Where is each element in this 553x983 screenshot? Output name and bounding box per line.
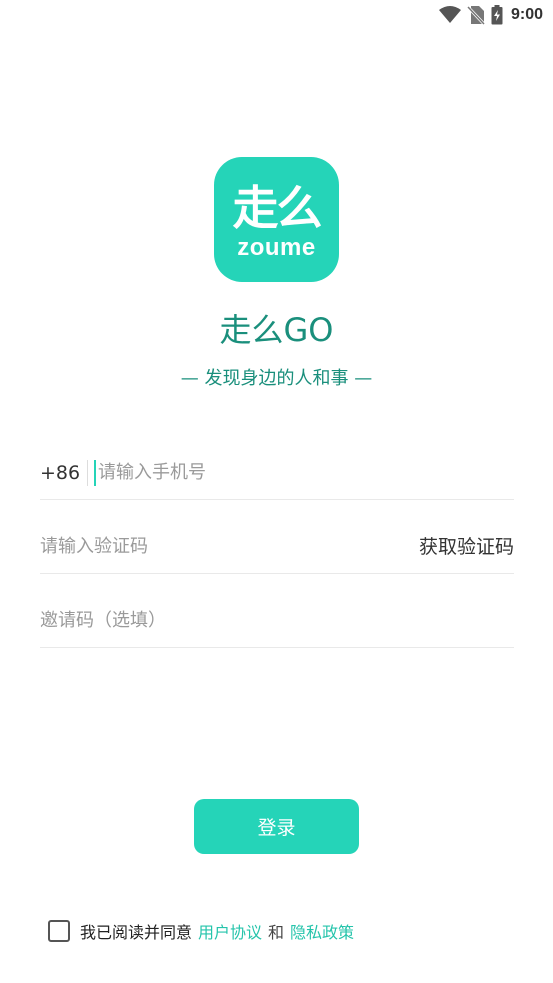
logo-english-text: zoume: [237, 233, 316, 261]
agreement-and: 和: [268, 923, 285, 942]
status-time: 9:00: [510, 6, 543, 23]
privacy-policy-link[interactable]: 隐私政策: [290, 919, 354, 943]
phone-field: +86: [40, 426, 514, 500]
app-slogan: — 发现身边的人和事 —: [180, 368, 373, 389]
no-sim-icon: [466, 5, 485, 25]
login-button[interactable]: 登录: [194, 799, 359, 854]
agreement-text: 我已阅读并同意: [80, 923, 193, 942]
app-name: 走么GO: [219, 311, 334, 349]
phone-input[interactable]: [94, 460, 424, 486]
login-screen: 9:00 走么 zoume 走么GO — 发现身边的人和事 — +86 获取验证…: [0, 0, 553, 983]
status-icons: 9:00: [438, 4, 543, 26]
verification-code-input[interactable]: [40, 534, 370, 560]
user-agreement-link[interactable]: 用户协议: [198, 919, 262, 943]
verification-code-field: 获取验证码: [40, 500, 514, 574]
agreement-checkbox[interactable]: [48, 920, 70, 942]
invite-code-field: [40, 574, 514, 648]
wifi-icon: [438, 6, 461, 23]
prefix-divider: [87, 460, 88, 486]
invite-code-input[interactable]: [40, 608, 440, 634]
battery-charging-icon: [491, 5, 503, 25]
agreement-row: 我已阅读并同意 用户协议 和 隐私政策: [48, 918, 354, 944]
status-bar: 9:00: [0, 0, 553, 30]
logo-chinese-text: 走么: [232, 180, 323, 235]
get-code-button[interactable]: 获取验证码: [419, 534, 514, 560]
country-code[interactable]: +86: [40, 460, 80, 486]
app-logo: 走么 zoume: [214, 157, 339, 282]
